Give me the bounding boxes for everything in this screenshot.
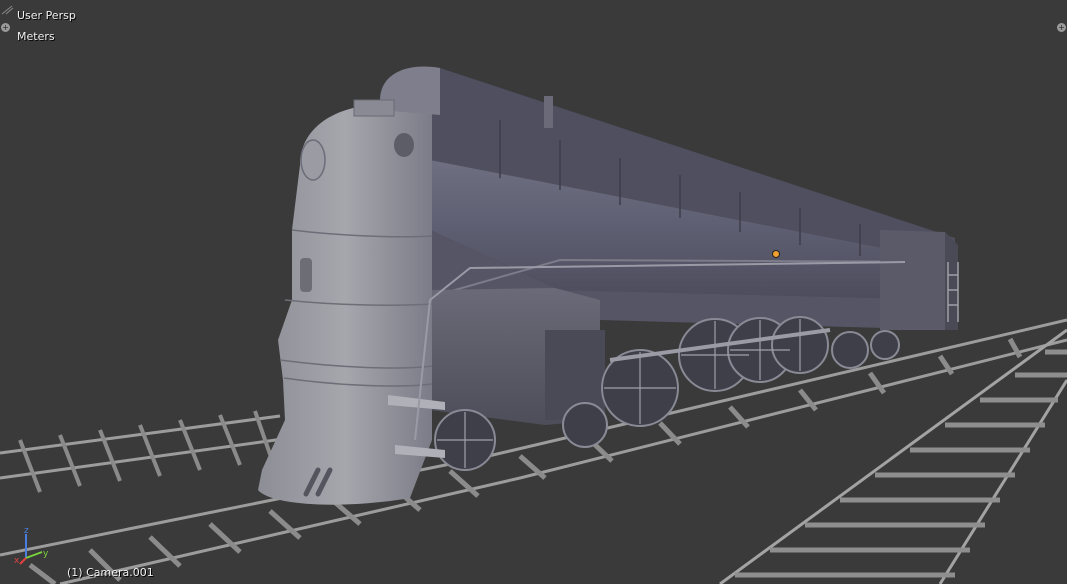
object-origin-dot[interactable] [772,250,780,258]
active-object-label: (1) Camera.001 [67,566,154,579]
left-track [0,410,291,493]
plus-icon: + [1058,23,1065,32]
view-name-label: User Persp [17,9,76,22]
3d-viewport[interactable]: User Persp Meters (1) Camera.001 + + z y… [0,0,1067,584]
y-axis-line [25,551,43,559]
view-units-label: Meters [17,30,55,43]
region-split-plus-icon[interactable]: + [1,23,10,32]
plus-icon: + [2,23,9,32]
x-axis-label: x [14,556,20,566]
locomotive-model[interactable] [258,66,959,505]
x-axis-line [19,557,27,565]
scene-render [0,66,1067,584]
axis-gizmo: z y x [14,526,49,566]
region-split-plus-icon[interactable]: + [1057,23,1066,32]
z-axis-label: z [24,526,29,536]
y-axis-label: y [43,549,49,559]
